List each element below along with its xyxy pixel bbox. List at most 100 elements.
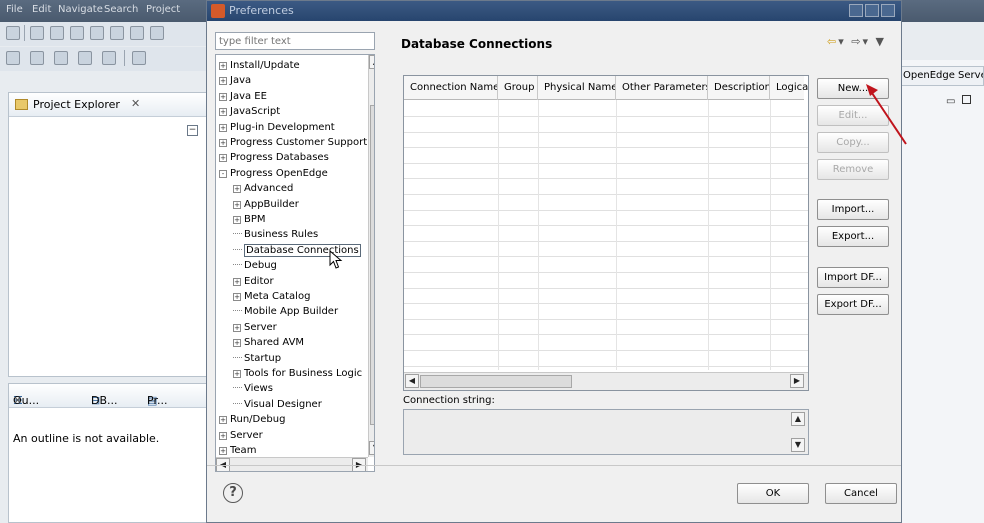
expand-icon[interactable]: + (233, 323, 241, 332)
run-icon[interactable] (6, 51, 20, 65)
forward-arrow-icon[interactable]: ⇨ (851, 35, 862, 48)
export-button[interactable]: Export... (817, 226, 889, 247)
next-icon[interactable] (102, 51, 116, 65)
tree-item[interactable]: + AppBuilder (233, 197, 299, 212)
menu-edit[interactable]: Edit (32, 4, 51, 15)
tree-item[interactable]: Business Rules (233, 227, 318, 242)
new-wizard-icon[interactable] (6, 26, 20, 40)
connection-string-scrollbar[interactable]: ▲ ▼ (790, 410, 808, 454)
tree-item[interactable]: + Java (219, 73, 251, 88)
remove-button[interactable]: Remove (817, 159, 889, 180)
column-header[interactable]: Physical Name (538, 76, 616, 100)
debug-icon[interactable] (30, 51, 44, 65)
save-icon[interactable] (30, 26, 44, 40)
expand-icon[interactable]: + (233, 293, 241, 301)
tree-item[interactable]: + Progress Databases (219, 150, 329, 165)
column-header[interactable]: Logica (770, 76, 808, 100)
column-header[interactable]: Other Parameters (616, 76, 708, 100)
tree-item[interactable]: + Meta Catalog (233, 289, 310, 304)
maximize-icon[interactable] (962, 95, 971, 104)
expand-icon[interactable]: + (219, 123, 227, 132)
tree-item[interactable]: + Team (219, 443, 256, 458)
table-horizontal-scrollbar[interactable]: ◀ ▶ (404, 372, 808, 390)
help-icon[interactable]: ? (223, 483, 243, 503)
minimize-icon[interactable]: ▭ (946, 96, 955, 107)
scroll-up-icon[interactable]: ▲ (791, 412, 805, 426)
scroll-down-icon[interactable]: ▼ (369, 441, 374, 455)
column-header[interactable]: Group (498, 76, 538, 100)
filter-input[interactable] (215, 32, 375, 50)
tree-item[interactable]: Mobile App Builder (233, 304, 338, 319)
tree-item[interactable]: + Plug-in Development (219, 120, 335, 135)
menu-navigate[interactable]: Navigate (58, 4, 103, 15)
menu-search[interactable]: Search (104, 4, 138, 15)
tree-item[interactable]: + Progress Customer Support (219, 135, 367, 150)
column-header[interactable]: Description (708, 76, 770, 100)
forward-icon[interactable] (78, 51, 92, 65)
back-arrow-icon[interactable]: ⇦ (827, 35, 838, 48)
menu-project[interactable]: Project (146, 4, 180, 15)
collapse-icon[interactable]: - (219, 169, 227, 178)
terminal-icon[interactable] (130, 26, 144, 40)
tree-item[interactable]: + Java EE (219, 89, 267, 104)
print-icon[interactable] (70, 26, 84, 40)
tree-scroll-thumb[interactable] (370, 105, 374, 425)
connection-string-field[interactable]: ▲ ▼ (403, 409, 809, 455)
tree-vertical-scrollbar[interactable]: ▲ ▼ (368, 55, 374, 457)
expand-icon[interactable]: + (219, 62, 227, 70)
grid-icon[interactable] (150, 26, 164, 40)
expand-icon[interactable]: + (219, 108, 227, 117)
import-df-button[interactable]: Import DF... (817, 267, 889, 288)
expand-icon[interactable]: + (219, 92, 227, 101)
tree-item[interactable]: + Server (219, 428, 263, 443)
connections-table[interactable]: Connection Name Group Physical Name Othe… (403, 75, 809, 391)
project-explorer-tab[interactable]: Project Explorer ✕ (9, 93, 207, 117)
tree-item[interactable]: - Progress OpenEdge (219, 166, 328, 181)
back-icon[interactable] (54, 51, 68, 65)
tree-item[interactable]: Views (233, 381, 273, 396)
scroll-right-icon[interactable]: ▶ (790, 374, 804, 388)
tree-item[interactable]: + JavaScript (219, 104, 280, 119)
open-icon[interactable] (132, 51, 146, 65)
expand-icon[interactable]: + (219, 431, 227, 440)
view-menu-icon[interactable]: ▼ (876, 35, 886, 48)
import-button[interactable]: Import... (817, 199, 889, 220)
cancel-button[interactable]: Cancel (825, 483, 897, 504)
expand-icon[interactable]: + (233, 185, 241, 194)
expand-icon[interactable]: + (233, 277, 241, 286)
back-menu-icon[interactable]: ▾ (838, 35, 846, 48)
tree-item[interactable]: + Shared AVM (233, 335, 304, 350)
minimize-window-icon[interactable] (849, 4, 863, 17)
ok-button[interactable]: OK (737, 483, 809, 504)
expand-icon[interactable]: + (219, 139, 227, 147)
table-scroll-thumb[interactable] (420, 375, 572, 388)
dialog-title-bar[interactable]: Preferences (207, 1, 901, 21)
forward-menu-icon[interactable]: ▾ (862, 35, 870, 48)
tree-item[interactable]: + Run/Debug (219, 412, 285, 427)
save-all-icon[interactable] (50, 26, 64, 40)
tree-item[interactable]: + BPM (233, 212, 266, 227)
expand-icon[interactable]: + (219, 77, 227, 86)
tree-item[interactable]: Startup (233, 351, 281, 366)
scroll-down-icon[interactable]: ▼ (791, 438, 805, 452)
expand-icon[interactable]: + (219, 154, 227, 163)
database-icon[interactable] (90, 26, 104, 40)
close-window-icon[interactable] (881, 4, 895, 17)
tree-item[interactable]: + Advanced (233, 181, 293, 196)
tree-item[interactable]: Visual Designer (233, 397, 322, 412)
collapse-all-icon[interactable]: − (187, 125, 198, 136)
tree-item[interactable]: + Editor (233, 274, 274, 289)
expand-icon[interactable]: + (233, 370, 241, 378)
search-icon[interactable] (110, 26, 124, 40)
tree-item[interactable]: + Server (233, 320, 277, 335)
expand-icon[interactable]: + (219, 447, 227, 455)
tree-item[interactable]: Debug (233, 258, 277, 273)
close-icon[interactable]: ✕ (131, 97, 140, 110)
scroll-left-icon[interactable]: ◀ (405, 374, 419, 388)
tree-item[interactable]: + Install/Update (219, 58, 300, 73)
scroll-up-icon[interactable]: ▲ (369, 55, 374, 69)
maximize-window-icon[interactable] (865, 4, 879, 17)
expand-icon[interactable]: + (233, 339, 241, 348)
tree-item[interactable]: + Tools for Business Logic (233, 366, 362, 381)
column-header[interactable]: Connection Name (404, 76, 498, 100)
